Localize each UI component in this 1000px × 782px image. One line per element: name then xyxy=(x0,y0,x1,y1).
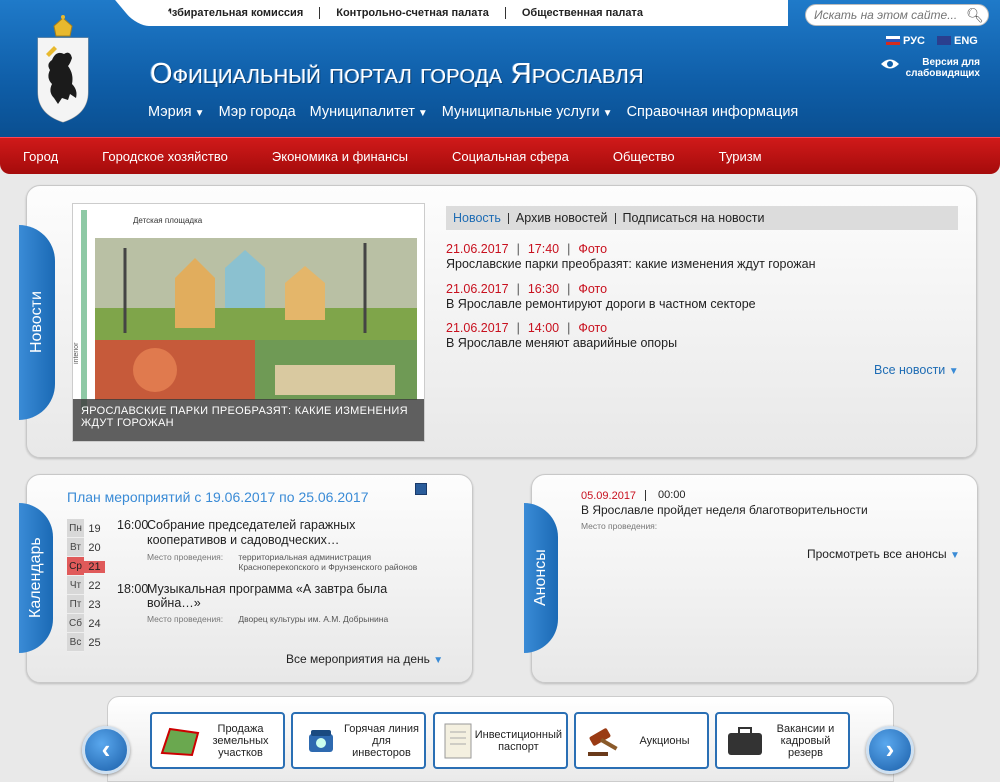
news-item[interactable]: 21.06.2017 | 17:40 | Фото Ярославские парки … xyxy=(446,242,816,271)
briefcase-icon xyxy=(723,721,767,761)
announcements-tab[interactable]: Анонсы xyxy=(524,503,558,653)
section-economy-finance[interactable]: Экономика и финансы xyxy=(272,149,408,164)
save-icon[interactable] xyxy=(415,483,427,495)
top-link-audit-chamber[interactable]: Контрольно-счетная палата xyxy=(320,7,506,19)
gavel-icon xyxy=(582,721,626,761)
tile-land-sale[interactable]: Продажа земельных участков xyxy=(150,712,285,769)
triangle-down-icon: ▼ xyxy=(948,366,959,377)
calendar-event: 18:00 Музыкальная программа «А завтра был… xyxy=(117,582,437,624)
event-title[interactable]: 18:00 Музыкальная программа «А завтра был… xyxy=(117,582,437,610)
calendar-title: План мероприятий с 19.06.2017 по 25.06.2… xyxy=(67,489,369,505)
section-city[interactable]: Город xyxy=(23,149,58,164)
announcement-date: 05.09.2017 xyxy=(581,490,637,502)
tile-vacancies[interactable]: Вакансии и кадровый резерв xyxy=(715,712,850,769)
news-item-title[interactable]: Ярославские парки преобразят: какие изме… xyxy=(446,257,816,271)
search-input[interactable] xyxy=(805,4,989,26)
day-item[interactable]: Вс 25 xyxy=(67,633,105,652)
caret-down-icon: ▼ xyxy=(417,108,428,119)
triangle-down-icon: ▼ xyxy=(433,655,444,666)
coat-of-arms-logo[interactable] xyxy=(32,14,94,126)
announcement-title[interactable]: В Ярославле пройдет неделя благотворител… xyxy=(581,503,868,517)
caret-down-icon: ▼ xyxy=(194,108,205,119)
news-photo-caption[interactable]: ЯРОСЛАВСКИЕ ПАРКИ ПРЕОБРАЗЯТ: КАКИЕ ИЗМЕ… xyxy=(73,399,424,441)
photo-side-label: interior xyxy=(73,342,80,364)
day-item[interactable]: Чт 22 xyxy=(67,576,105,595)
caret-down-icon: ▼ xyxy=(602,108,613,119)
section-city-economy[interactable]: Городское хозяйство xyxy=(102,149,228,164)
tile-auctions[interactable]: Аукционы xyxy=(574,712,709,769)
news-item-title[interactable]: В Ярославле меняют аварийные опоры xyxy=(446,336,677,350)
news-item[interactable]: 21.06.2017 | 14:00 | Фото В Ярославле меняют… xyxy=(446,321,677,350)
news-item[interactable]: 21.06.2017 | 16:30 | Фото В Ярославле ремонт… xyxy=(446,282,756,311)
nav-mayoralty[interactable]: Мэрия ▼ xyxy=(148,104,205,120)
tile-investment-passport[interactable]: Инвестиционный паспорт xyxy=(433,712,568,769)
lang-ru-link[interactable]: РУС xyxy=(886,35,925,47)
nav-mayor[interactable]: Мэр города xyxy=(219,104,296,120)
land-plot-icon xyxy=(158,721,202,761)
russia-flag-icon xyxy=(886,36,900,45)
day-item[interactable]: Пт 23 xyxy=(67,595,105,614)
next-arrow-button[interactable]: › xyxy=(866,726,914,774)
prev-arrow-button[interactable]: ‹ xyxy=(82,726,130,774)
section-tourism[interactable]: Туризм xyxy=(719,149,762,164)
calendar-event: 16:00 Собрание председателей гаражных коо… xyxy=(117,518,437,572)
certificate-icon xyxy=(441,721,475,761)
low-vision-link[interactable]: Версия для слабовидящих xyxy=(880,57,980,79)
news-link-news[interactable]: Новость xyxy=(453,211,509,224)
section-society[interactable]: Общество xyxy=(613,149,675,164)
search-icon[interactable]: 🔍︎ xyxy=(966,6,984,24)
calendar-tab[interactable]: Календарь xyxy=(19,503,53,653)
announcement-place-label: Место проведения: xyxy=(581,521,658,531)
day-item[interactable]: Вт 20 xyxy=(67,538,105,557)
news-subnav: Новость Архив новостей Подписаться на но… xyxy=(446,206,958,230)
news-link-subscribe[interactable]: Подписаться на новости xyxy=(616,211,772,224)
portal-title: Официальный портал города Ярославля xyxy=(150,58,644,90)
section-navigation: Город Городское хозяйство Экономика и фи… xyxy=(0,137,1000,174)
triangle-down-icon: ▼ xyxy=(949,550,960,561)
day-item[interactable]: Пн 19 xyxy=(67,519,105,538)
section-social[interactable]: Социальная сфера xyxy=(452,149,569,164)
lang-en-link[interactable]: ENG xyxy=(936,35,978,47)
phone-icon xyxy=(299,721,343,761)
nav-municipality[interactable]: Муниципалитет ▼ xyxy=(310,104,428,120)
top-link-election-commission[interactable]: Избирательная комиссия xyxy=(148,7,321,19)
day-item[interactable]: Сб 24 xyxy=(67,614,105,633)
nav-municipal-services[interactable]: Муниципальные услуги ▼ xyxy=(442,104,613,120)
news-item-title[interactable]: В Ярославле ремонтируют дороги в частном… xyxy=(446,297,756,311)
news-tab[interactable]: Новости xyxy=(19,225,55,420)
language-switcher: РУС ENG xyxy=(886,35,978,47)
news-link-archive[interactable]: Архив новостей xyxy=(509,211,616,224)
announcement-time: 00:00 xyxy=(645,490,686,501)
nav-reference-info[interactable]: Справочная информация xyxy=(627,104,799,120)
week-days: Пн 19 Вт 20 Ср 21 Чт 22 Пт 23 Сб 24 Вс 25 xyxy=(67,519,105,652)
news-photo[interactable]: Детская площадка interior ЯРОСЛАВСКИЕ ПА… xyxy=(72,203,425,442)
all-announcements-link[interactable]: Просмотреть все анонсы ▼ xyxy=(807,547,960,561)
playground-render-image xyxy=(95,238,417,340)
tile-investor-hotline[interactable]: Горячая линия для инвесторов xyxy=(291,712,426,769)
photo-label: Детская площадка xyxy=(133,216,203,225)
day-item-active[interactable]: Ср 21 xyxy=(67,557,105,576)
photo-stripe xyxy=(81,210,87,410)
all-news-link[interactable]: Все новости ▼ xyxy=(874,363,959,377)
top-links-bar: Избирательная комиссия Контрольно-счетна… xyxy=(148,0,788,26)
uk-flag-icon xyxy=(936,36,951,45)
event-title[interactable]: 16:00 Собрание председателей гаражных коо… xyxy=(117,518,437,548)
top-link-public-chamber[interactable]: Общественная палата xyxy=(506,7,659,19)
all-events-link[interactable]: Все мероприятия на день ▼ xyxy=(286,652,443,666)
playground-photo-image xyxy=(95,340,417,400)
main-navigation: Мэрия ▼ Мэр города Муниципалитет ▼ Муницип… xyxy=(148,104,812,120)
